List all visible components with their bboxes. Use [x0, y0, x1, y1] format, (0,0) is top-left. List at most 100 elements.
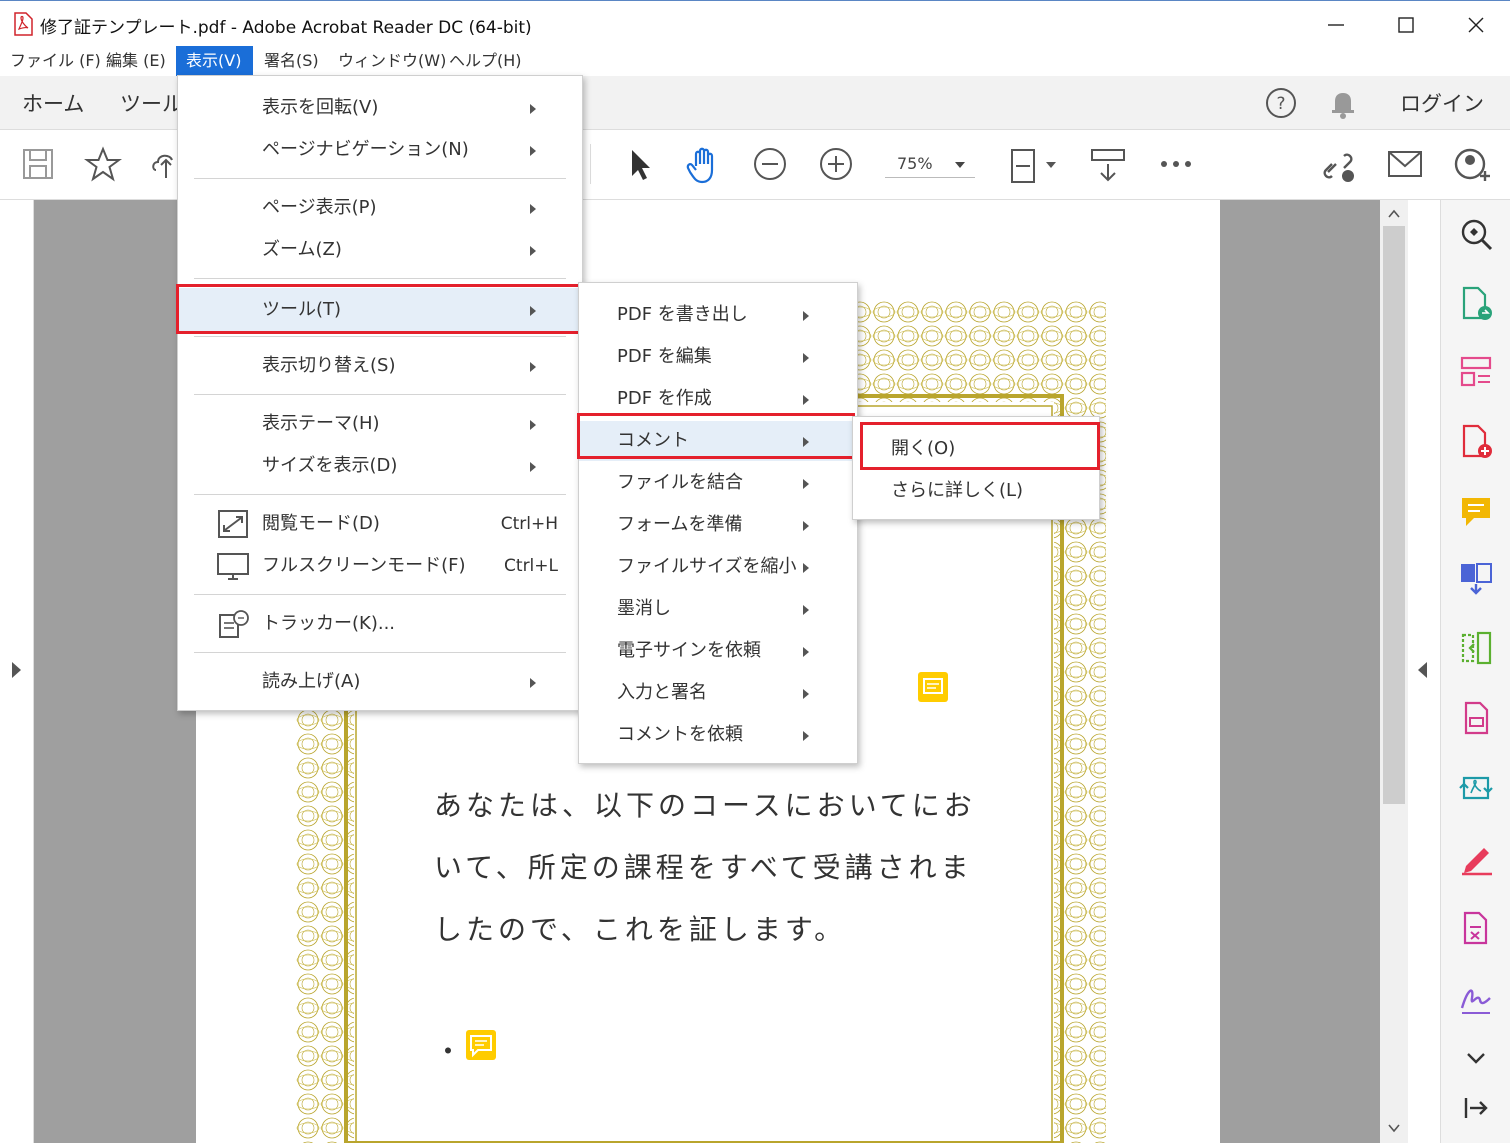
hand-tool-icon[interactable] [684, 146, 724, 186]
menu-item-tracker[interactable]: トラッカー(K)... [178, 604, 582, 644]
login-button[interactable]: ログイン [1400, 88, 1484, 118]
scroll-down-icon[interactable] [1388, 1122, 1400, 1134]
menu-view[interactable]: 表示(V) [176, 46, 253, 76]
submenu-item-learn-more[interactable]: さらに詳しく(L) [853, 471, 1099, 511]
submenu-item-prepare-form[interactable]: フォームを準備 [579, 505, 857, 545]
menu-separator [194, 394, 566, 395]
menu-separator [194, 178, 566, 179]
menu-item-fullscreen[interactable]: フルスクリーンモード(F) Ctrl+L [178, 546, 582, 586]
right-panel-toggle[interactable] [1408, 200, 1440, 1143]
menu-edit[interactable]: 編集 (E) [96, 46, 176, 76]
title-bar: 修了証テンプレート.pdf - Adobe Acrobat Reader DC … [0, 0, 1510, 46]
chevron-down-icon [955, 162, 965, 168]
add-user-icon[interactable] [1452, 146, 1492, 186]
submenu-arrow-icon [803, 311, 809, 321]
submenu-item-edit-pdf[interactable]: PDF を編集 [579, 337, 857, 377]
scroll-mode-icon[interactable] [1088, 146, 1128, 186]
zoom-out-icon[interactable] [752, 146, 788, 182]
submenu-item-fill-sign[interactable]: 入力と署名 [579, 673, 857, 713]
acrobat-file-icon [14, 12, 33, 36]
chevron-left-icon [1418, 662, 1427, 678]
email-icon[interactable] [1386, 146, 1424, 182]
page-document-icon[interactable] [1458, 700, 1494, 736]
bookmark-star-icon[interactable] [84, 146, 122, 182]
menu-separator [194, 278, 566, 279]
scroll-up-icon[interactable] [1388, 208, 1400, 220]
maximize-button[interactable] [1386, 9, 1426, 39]
menu-separator [194, 652, 566, 653]
certificate-text-line: あなたは、以下のコースにおいてにお [434, 789, 976, 822]
menu-item-page-display[interactable]: ページ表示(P) [178, 188, 582, 228]
submenu-arrow-icon [530, 146, 536, 156]
menu-item-rotate-view[interactable]: 表示を回転(V) [178, 88, 582, 128]
submenu-item-export-pdf[interactable]: PDF を書き出し [579, 295, 857, 335]
highlight-open-item [860, 422, 1100, 470]
vertical-scrollbar[interactable] [1380, 200, 1408, 1143]
certificate-text-line: したので、これを証します。 [434, 913, 847, 946]
submenu-arrow-icon [803, 731, 809, 741]
save-icon[interactable] [20, 146, 56, 182]
menu-item-show-size[interactable]: サイズを表示(D) [178, 446, 582, 486]
redact-form-icon[interactable] [1458, 910, 1494, 946]
zoom-level-dropdown[interactable]: 75% [885, 150, 975, 178]
comment-tool-icon[interactable] [1458, 494, 1494, 530]
menu-file[interactable]: ファイル (F) [0, 46, 111, 76]
more-options-icon[interactable] [1158, 146, 1194, 182]
highlight-comment-item [577, 413, 855, 459]
close-button[interactable] [1456, 9, 1496, 39]
tab-home[interactable]: ホーム [22, 88, 84, 118]
menu-window[interactable]: ウィンドウ(W) [328, 46, 456, 76]
review-share-icon[interactable] [1458, 770, 1494, 806]
submenu-item-redact[interactable]: 墨消し [579, 589, 857, 629]
combine-files-icon[interactable] [1458, 560, 1494, 596]
submenu-item-combine-files[interactable]: ファイルを結合 [579, 463, 857, 503]
submenu-arrow-icon [530, 462, 536, 472]
menu-item-read-aloud[interactable]: 読み上げ(A) [178, 662, 582, 702]
compress-icon[interactable] [1458, 630, 1494, 666]
zoom-in-icon[interactable] [818, 146, 854, 182]
notification-bell-icon[interactable] [1326, 86, 1360, 120]
submenu-item-request-esign[interactable]: 電子サインを依頼 [579, 631, 857, 671]
submenu-item-request-comments[interactable]: コメントを依頼 [579, 715, 857, 755]
menu-separator [194, 494, 566, 495]
menu-help[interactable]: ヘルプ(H) [439, 46, 532, 76]
menu-item-toggle-display[interactable]: 表示切り替え(S) [178, 346, 582, 386]
tab-tools[interactable]: ツール [120, 88, 183, 118]
submenu-arrow-icon [803, 479, 809, 489]
menu-item-display-theme[interactable]: 表示テーマ(H) [178, 404, 582, 444]
chevron-right-icon [12, 662, 21, 678]
organize-pages-icon[interactable] [1458, 354, 1494, 390]
fill-sign-icon[interactable] [1458, 840, 1494, 876]
minimize-button[interactable] [1316, 9, 1356, 39]
create-pdf-icon[interactable] [1458, 424, 1494, 460]
menu-item-page-navigation[interactable]: ページナビゲーション(N) [178, 130, 582, 170]
search-zoom-icon[interactable] [1458, 216, 1494, 252]
minimize-icon [1328, 24, 1344, 26]
scrollbar-thumb[interactable] [1383, 226, 1405, 804]
share-link-icon[interactable] [1318, 146, 1358, 186]
help-icon[interactable]: ? [1264, 86, 1298, 120]
submenu-item-reduce-size[interactable]: ファイルサイズを縮小 [579, 547, 857, 587]
submenu-arrow-icon [530, 420, 536, 430]
comment-note-icon[interactable] [918, 672, 948, 702]
left-panel-toggle[interactable] [0, 200, 34, 1143]
fit-page-icon[interactable] [1006, 146, 1060, 186]
comment-note-icon[interactable] [466, 1030, 496, 1060]
export-pdf-icon[interactable] [1458, 286, 1494, 322]
toolbar-divider [590, 144, 591, 184]
submenu-arrow-icon [530, 204, 536, 214]
select-cursor-icon[interactable] [622, 146, 658, 182]
submenu-arrow-icon [803, 353, 809, 363]
menu-item-zoom[interactable]: ズーム(Z) [178, 230, 582, 270]
submenu-arrow-icon [803, 521, 809, 531]
chevron-down-icon[interactable] [1458, 1040, 1494, 1076]
submenu-arrow-icon [803, 647, 809, 657]
zoom-level-value: 75% [897, 154, 933, 173]
signature-icon[interactable] [1458, 980, 1494, 1016]
submenu-arrow-icon [530, 104, 536, 114]
menu-item-read-mode[interactable]: 閲覧モード(D) Ctrl+H [178, 504, 582, 544]
menu-sign[interactable]: 署名(S) [254, 46, 329, 76]
svg-text:?: ? [1276, 94, 1285, 114]
collapse-panel-icon[interactable] [1458, 1090, 1494, 1126]
upload-cloud-icon[interactable] [150, 146, 180, 182]
